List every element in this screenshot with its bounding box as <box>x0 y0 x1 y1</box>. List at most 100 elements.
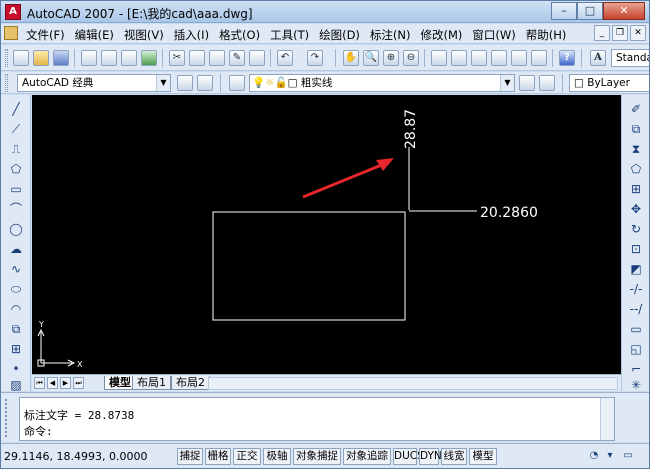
menu-item[interactable]: 帮助(H) <box>521 26 572 44</box>
workspace-combo[interactable]: AutoCAD 经典 ▼ <box>17 74 171 92</box>
status-toggle-button[interactable]: 正交 <box>233 448 261 465</box>
explode-icon[interactable]: ✳ <box>628 377 644 393</box>
break-icon[interactable]: ▭ <box>628 321 644 337</box>
properties-icon[interactable] <box>431 50 447 66</box>
polyline-icon[interactable]: ⎍ <box>8 141 24 157</box>
chevron-down-icon[interactable]: ▼ <box>156 75 170 91</box>
close-button[interactable]: ✕ <box>603 2 645 20</box>
horizontal-dimension-text[interactable]: 20.2860 <box>480 205 538 221</box>
offset-icon[interactable]: ⬠ <box>628 161 644 177</box>
markup-set-manager-icon[interactable] <box>511 50 527 66</box>
status-toggle-button[interactable]: DYN <box>419 448 442 465</box>
design-center-icon[interactable] <box>451 50 467 66</box>
lock-icon[interactable]: 🔓 <box>275 77 288 89</box>
command-prompt[interactable]: 命令: <box>24 425 53 439</box>
cut-icon[interactable]: ✂ <box>169 50 185 66</box>
lightbulb-icon[interactable]: 💡 <box>252 77 265 89</box>
last-tab-icon[interactable]: ⏭ <box>73 377 84 389</box>
scale-icon[interactable]: ⊡ <box>628 241 644 257</box>
rectangle-icon[interactable]: ▭ <box>8 181 24 197</box>
document-restore-button[interactable]: ❐ <box>612 25 628 41</box>
tool-palettes-icon[interactable] <box>471 50 487 66</box>
sun-icon[interactable]: ☼ <box>265 77 274 89</box>
chevron-down-icon[interactable]: ▼ <box>500 75 514 91</box>
menu-item[interactable]: 修改(M) <box>416 26 468 44</box>
erase-icon[interactable]: ✐ <box>628 101 644 117</box>
circle-icon[interactable]: ◯ <box>8 221 24 237</box>
chamfer-icon[interactable]: ◱ <box>628 341 644 357</box>
command-window-text[interactable]: 标注文字 = 28.8738 命令: <box>19 397 615 441</box>
autocad-app-icon[interactable]: A <box>5 4 21 20</box>
array-icon[interactable]: ⊞ <box>628 181 644 197</box>
arc-icon[interactable]: ⌒ <box>8 201 24 217</box>
toolbar-grip[interactable] <box>5 49 8 67</box>
communication-center-icon[interactable]: ◔ <box>587 449 601 463</box>
move-icon[interactable]: ✥ <box>628 201 644 217</box>
menu-item[interactable]: 编辑(E) <box>70 26 119 44</box>
menu-item[interactable]: 格式(O) <box>214 26 265 44</box>
ellipse-icon[interactable]: ⬭ <box>8 281 24 297</box>
menu-item[interactable]: 视图(V) <box>119 26 169 44</box>
block-editor-icon[interactable] <box>249 50 265 66</box>
menu-item[interactable]: 标注(N) <box>365 26 416 44</box>
polygon-icon[interactable]: ⬠ <box>8 161 24 177</box>
layer-combo[interactable]: 💡☼🔓□ 粗实线 ▼ <box>249 74 515 92</box>
toolbar-grip[interactable] <box>5 74 8 92</box>
insert-block-icon[interactable]: ⧉ <box>8 321 24 337</box>
copy-icon[interactable] <box>189 50 205 66</box>
match-properties-icon[interactable]: ✎ <box>229 50 245 66</box>
text-style-combo[interactable]: Standa <box>611 49 649 67</box>
status-toggle-button[interactable]: 模型 <box>469 448 497 465</box>
maximize-button[interactable]: □ <box>577 2 603 20</box>
next-tab-icon[interactable]: ▶ <box>60 377 71 389</box>
status-toggle-button[interactable]: 线宽 <box>441 448 467 465</box>
layout-tab[interactable]: 布局1 <box>132 376 171 390</box>
fillet-icon[interactable]: ⌐ <box>628 361 644 377</box>
pan-realtime-icon[interactable]: ✋ <box>343 50 359 66</box>
revision-cloud-icon[interactable]: ☁ <box>8 241 24 257</box>
print-icon[interactable] <box>81 50 97 66</box>
3d-dwf-icon[interactable] <box>141 50 157 66</box>
sheet-set-manager-icon[interactable] <box>491 50 507 66</box>
first-tab-icon[interactable]: ⏮ <box>34 377 45 389</box>
copy-object-icon[interactable]: ⧉ <box>628 121 644 137</box>
stretch-icon[interactable]: ◩ <box>628 261 644 277</box>
menu-item[interactable]: 文件(F) <box>21 26 70 44</box>
zoom-window-icon[interactable]: ⊕ <box>383 50 399 66</box>
color-control-combo[interactable]: □ ByLayer <box>569 74 649 92</box>
status-toggle-button[interactable]: 极轴 <box>263 448 291 465</box>
minimize-button[interactable]: – <box>551 2 577 20</box>
redo-icon[interactable]: ↷ <box>307 50 323 66</box>
document-close-button[interactable]: ✕ <box>630 25 646 41</box>
document-minimize-button[interactable]: _ <box>594 25 610 41</box>
cursor-coordinates[interactable]: 29.1146, 18.4993, 0.0000 <box>4 448 174 465</box>
save-icon[interactable] <box>53 50 69 66</box>
line-icon[interactable]: ╱ <box>8 101 24 117</box>
layer-properties-icon[interactable] <box>229 75 245 91</box>
new-file-icon[interactable] <box>13 50 29 66</box>
status-toggle-button[interactable]: 栅格 <box>205 448 231 465</box>
layer-previous-icon[interactable] <box>539 75 555 91</box>
previous-tab-icon[interactable]: ◀ <box>47 377 58 389</box>
my-workspace-icon[interactable] <box>197 75 213 91</box>
layout-tab[interactable]: 布局2 <box>171 376 210 390</box>
drawing-canvas[interactable]: 28.87 20.2860 Y X <box>32 95 621 374</box>
drawing-area[interactable]: 28.87 20.2860 Y X <box>32 95 621 374</box>
status-toggle-button[interactable]: 对象追踪 <box>343 448 391 465</box>
zoom-previous-icon[interactable]: ⊖ <box>403 50 419 66</box>
command-window-scrollbar[interactable] <box>600 398 614 440</box>
menu-item[interactable]: 插入(I) <box>169 26 214 44</box>
help-icon[interactable]: ? <box>559 50 575 66</box>
undo-icon[interactable]: ↶ <box>277 50 293 66</box>
tray-settings-icon[interactable]: ▾ <box>603 449 617 463</box>
point-icon[interactable]: • <box>8 361 24 377</box>
status-toggle-button[interactable]: 捕捉 <box>177 448 203 465</box>
clean-screen-icon[interactable]: ▭ <box>621 449 635 463</box>
text-style-icon[interactable]: A <box>590 50 606 66</box>
make-object-layer-current-icon[interactable] <box>519 75 535 91</box>
trim-icon[interactable]: -/- <box>628 281 644 297</box>
construction-line-icon[interactable]: ⟋ <box>8 121 24 137</box>
spline-icon[interactable]: ∿ <box>8 261 24 277</box>
print-preview-icon[interactable] <box>101 50 117 66</box>
menu-item[interactable]: 窗口(W) <box>467 26 520 44</box>
